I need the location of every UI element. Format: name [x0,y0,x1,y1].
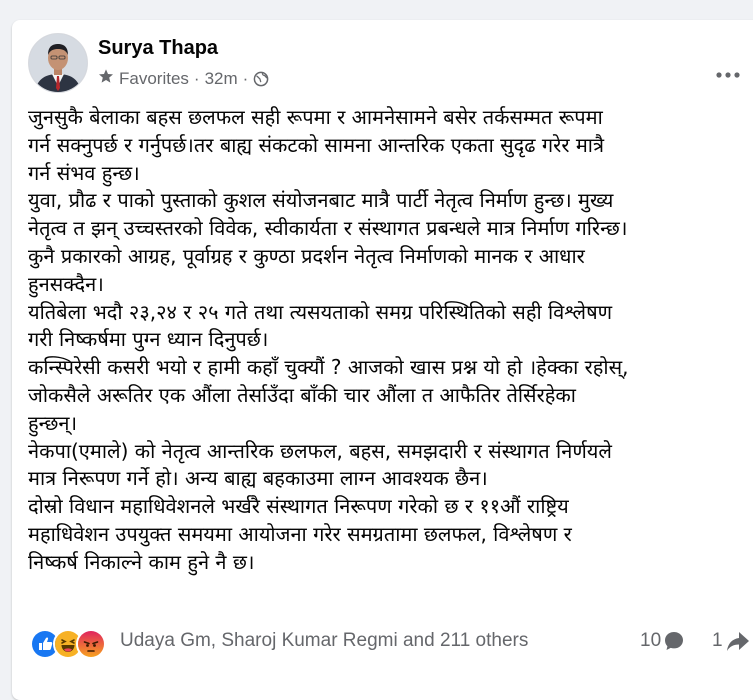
avatar[interactable] [28,33,88,93]
avatar-image [29,34,87,92]
more-options-icon [716,72,740,78]
reaction-icons[interactable] [30,629,106,659]
post-text-line: जोकसैले अरूतिर एक औंला तेर्साउँदा बाँकी … [28,382,576,407]
meta-separator: · [242,68,249,88]
author-name[interactable]: Surya Thapa [98,37,218,60]
post-text-line: हुनसक्दैन। [28,271,104,296]
star-icon [98,68,114,89]
meta-separator: · [193,68,200,88]
post-meta: Favorites · 32m · [98,68,269,89]
post-text-line: नेकपा(एमाले) को नेतृत्व आन्तरिक छलफल, बह… [28,438,612,463]
post-text-line: गर्न सक्नुपर्छ र गर्नुपर्छ।तर बाह्य संकट… [28,132,605,157]
post-text-line: कन्स्पिरेसी कसरी भयो र हामी कहाँ चुक्यौं… [28,355,629,380]
more-options-button[interactable] [710,57,746,93]
post-card: Surya Thapa Favorites · 32m · जुनसुकै बे… [12,20,753,700]
post-text-line: नेतृत्व त झन् उच्चस्तरको विवेक, स्वीकार्… [28,216,628,241]
post-text-line: युवा, प्रौढ र पाको पुस्ताको कुशल संयोजनब… [28,188,614,213]
reactors-summary[interactable]: Udaya Gm, Sharoj Kumar Regmi and 211 oth… [120,630,528,652]
post-text-line: गर्न संभव हुन्छ। [28,160,140,185]
comments-count[interactable]: 10 [640,630,685,652]
shares-count-value: 1 [712,630,723,651]
post-header: Surya Thapa Favorites · 32m · [28,33,740,93]
post-text-line: यतिबेला भदौ २३,२४ र २५ गते तथा त्यसयताको… [28,299,613,324]
post-text-line: कुनै प्रकारको आग्रह, पूर्वाग्रह र कुण्ठा… [28,243,585,268]
post-time[interactable]: 32m [205,69,238,89]
shares-count[interactable]: 1 [712,630,750,652]
post-text-line: महाधिवेशन उपयुक्त समयमा आयोजना गरेर समग्… [28,521,572,546]
comment-bubble-icon [663,630,685,652]
globe-icon[interactable] [253,71,269,87]
angry-icon [76,629,106,659]
comments-count-value: 10 [640,630,662,651]
post-text-line: निष्कर्ष निकाल्ने काम हुने नै छ। [28,549,255,574]
post-body: जुनसुकै बेलाका बहस छलफल सही रूपमा र आमने… [28,104,744,577]
post-text-line: मात्र निरूपण गर्ने हो। अन्य बाह्य बहकाउम… [28,466,488,491]
audience-label[interactable]: Favorites [119,69,189,89]
post-text-line: जुनसुकै बेलाका बहस छलफल सही रूपमा र आमने… [28,105,603,129]
post-text-line: दोस्रो विधान महाधिवेशनले भर्खरै संस्थागत… [28,494,569,519]
post-text-line: गरी निष्कर्षमा पुग्न ध्यान दिनुपर्छ। [28,327,269,352]
post-footer: Udaya Gm, Sharoj Kumar Regmi and 211 oth… [30,628,749,659]
post-text-line: हुन्छन्। [28,410,78,435]
share-icon [726,630,750,652]
